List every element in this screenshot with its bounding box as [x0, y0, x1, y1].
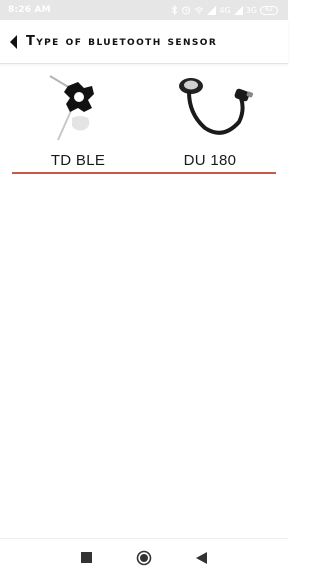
- sensor-list: TD BLE DU 180: [12, 64, 276, 174]
- alarm-icon: [181, 5, 191, 15]
- back-triangle-icon: [195, 551, 207, 564]
- back-button[interactable]: [2, 20, 26, 64]
- du-180-sensor-image: [165, 70, 255, 142]
- navigation-bar: [0, 538, 288, 576]
- td-ble-sensor-image: [33, 70, 123, 142]
- recents-square-icon: [81, 552, 93, 563]
- page-title: Type of bluetooth sensor: [26, 34, 218, 49]
- bluetooth-icon: [171, 5, 178, 15]
- network-label-3g: 3G: [245, 5, 257, 15]
- sensor-label: TD BLE: [50, 152, 106, 169]
- app-bar: Type of bluetooth sensor: [0, 20, 288, 64]
- selection-divider: [12, 172, 276, 174]
- sensor-option-du-180[interactable]: DU 180: [144, 64, 276, 174]
- back-arrow-icon: [10, 34, 17, 49]
- wifi-icon: [194, 6, 204, 15]
- status-time: 8:26 AM: [8, 5, 51, 15]
- home-circle-icon: [136, 550, 152, 565]
- sensor-label: DU 180: [183, 152, 237, 169]
- system-back-button[interactable]: [189, 546, 213, 570]
- signal-icon: [207, 5, 217, 15]
- status-icons: 4G 3G 62: [171, 5, 278, 15]
- battery-level: 62: [265, 6, 273, 13]
- home-button[interactable]: [132, 546, 156, 570]
- recents-button[interactable]: [75, 546, 99, 570]
- sensor-option-td-ble[interactable]: TD BLE: [12, 64, 144, 174]
- status-bar: 8:26 AM 4G 3G 62: [0, 0, 288, 20]
- network-label-4g: 4G: [219, 5, 231, 15]
- battery-icon: 62: [260, 5, 278, 15]
- signal-icon: [233, 5, 243, 15]
